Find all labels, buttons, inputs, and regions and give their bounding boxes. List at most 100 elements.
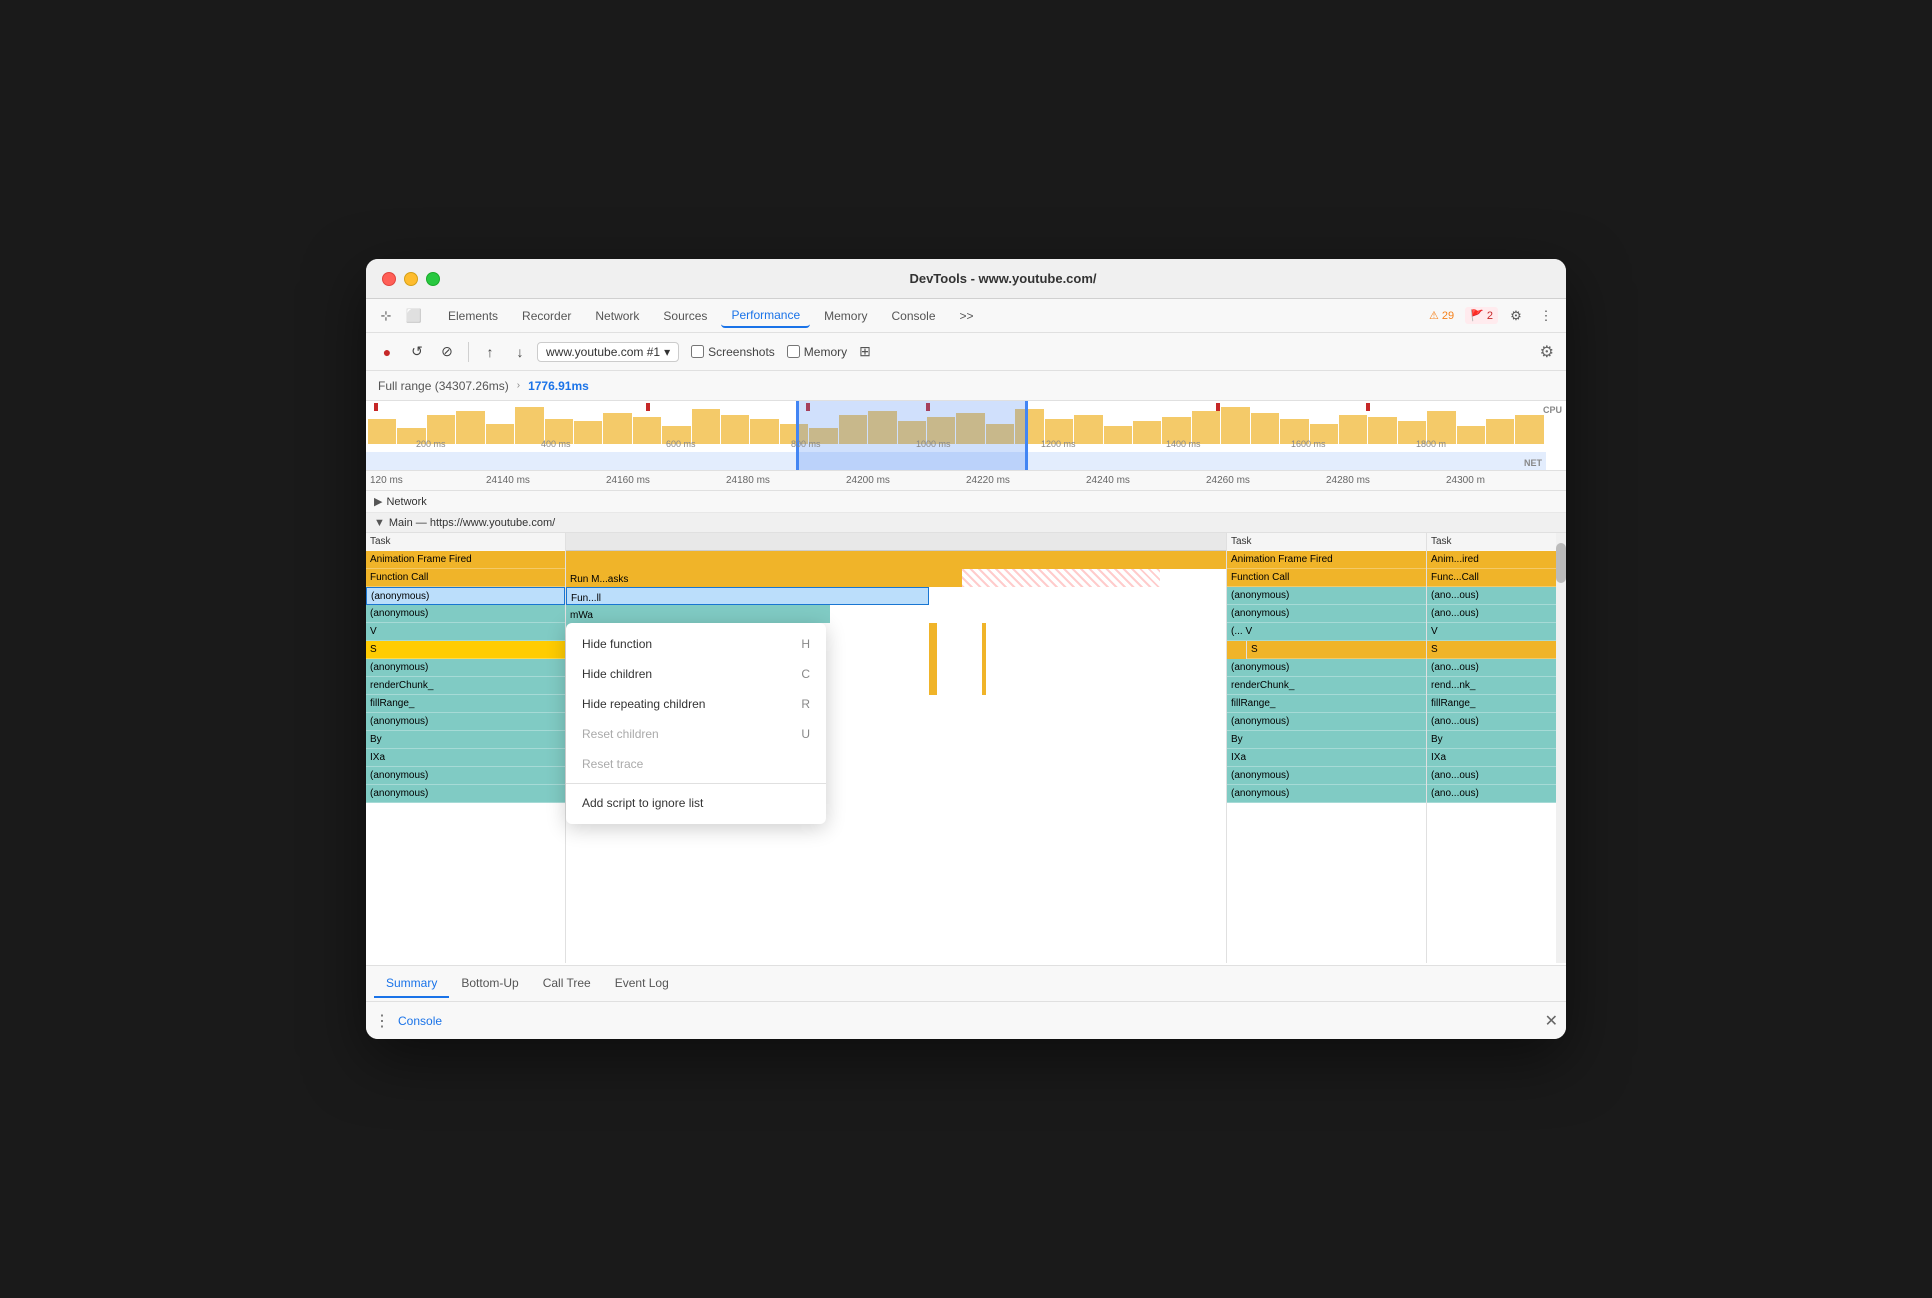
url-selector[interactable]: www.youtube.com #1 ▾ [537,342,679,362]
flame-row-task-left[interactable]: Task [366,533,565,551]
timeline-overview[interactable]: NET CPU 200 ms 400 ms 600 ms 800 ms 1000… [366,401,1566,471]
menu-hide-function[interactable]: Hide function H [566,629,826,659]
memory-checkbox[interactable] [787,345,800,358]
tab-more[interactable]: >> [950,305,984,327]
r1-func[interactable]: Function Call [1227,569,1426,587]
flame-row-anon-2[interactable]: (anonymous) [366,605,565,623]
r2-anon6[interactable]: (ano...ous) [1427,785,1566,803]
menu-add-ignore[interactable]: Add script to ignore list [566,788,826,818]
r2-anon2[interactable]: (ano...ous) [1427,605,1566,623]
ms-800: 800 ms [791,439,821,449]
r2-anon3[interactable]: (ano...ous) [1427,659,1566,677]
r2-anon1[interactable]: (ano...ous) [1427,587,1566,605]
menu-hide-children[interactable]: Hide children C [566,659,826,689]
console-label[interactable]: Console [398,1014,442,1028]
error-badge[interactable]: 🚩 2 [1465,307,1498,324]
r2-func[interactable]: Func...Call [1427,569,1566,587]
tab-sources[interactable]: Sources [653,305,717,327]
tab-memory[interactable]: Memory [814,305,877,327]
tab-recorder[interactable]: Recorder [512,305,581,327]
r2-fill[interactable]: fillRange_ [1427,695,1566,713]
flame-row-s[interactable]: S [366,641,565,659]
r1-fill[interactable]: fillRange_ [1227,695,1426,713]
flame-row-anon-5[interactable]: (anonymous) [366,767,565,785]
r2-v[interactable]: V [1427,623,1566,641]
r1-render[interactable]: renderChunk_ [1227,677,1426,695]
flame-row-by[interactable]: By [366,731,565,749]
r1-anon4[interactable]: (anonymous) [1227,713,1426,731]
close-button[interactable] [382,272,396,286]
maximize-button[interactable] [426,272,440,286]
r1-anon5[interactable]: (anonymous) [1227,767,1426,785]
r1-anon6[interactable]: (anonymous) [1227,785,1426,803]
r2-anon5[interactable]: (ano...ous) [1427,767,1566,785]
tab-console[interactable]: Console [881,305,945,327]
warning-badge[interactable]: ⚠ 29 [1424,307,1459,324]
r1-anon3[interactable]: (anonymous) [1227,659,1426,677]
r2-anon4[interactable]: (ano...ous) [1427,713,1566,731]
record-button[interactable]: ● [374,339,400,365]
tab-event-log[interactable]: Event Log [603,970,681,998]
performance-settings-icon[interactable]: ⚙ [1536,338,1558,366]
reload-button[interactable]: ↺ [404,339,430,365]
flame-row-animation-left[interactable]: Animation Frame Fired [366,551,565,569]
screenshots-checkbox[interactable] [691,345,704,358]
memory-checkbox-label[interactable]: Memory [787,345,847,359]
tab-call-tree[interactable]: Call Tree [531,970,603,998]
console-dots-icon[interactable]: ⋮ [374,1011,390,1031]
flame-row-anon-3[interactable]: (anonymous) [366,659,565,677]
r1-ixa[interactable]: IXa [1227,749,1426,767]
separator [468,342,469,362]
clear-button[interactable]: ⊘ [434,339,460,365]
ms-tick-8: 24280 ms [1326,475,1370,486]
flame-row-fill[interactable]: fillRange_ [366,695,565,713]
flame-row-v[interactable]: V [366,623,565,641]
devtools-more-icon[interactable]: ⋮ [1534,304,1558,328]
r2-render[interactable]: rend...nk_ [1427,677,1566,695]
r2-task[interactable]: Task [1427,533,1566,551]
tab-elements[interactable]: Elements [438,305,508,327]
r1-task[interactable]: Task [1227,533,1426,551]
center-anim-span [566,551,1226,569]
r2-ixa[interactable]: IXa [1427,749,1566,767]
r1-by[interactable]: By [1227,731,1426,749]
center-anon-selected[interactable]: Fun...ll [566,587,929,605]
error-icon: 🚩 [1470,309,1484,322]
r1-s[interactable]: S [1247,641,1426,659]
flame-row-render[interactable]: renderChunk_ [366,677,565,695]
hide-function-shortcut: H [801,637,810,651]
r1-anon2[interactable]: (anonymous) [1227,605,1426,623]
tab-summary[interactable]: Summary [374,970,449,998]
tab-performance[interactable]: Performance [721,304,810,328]
r1-anim[interactable]: Animation Frame Fired [1227,551,1426,569]
menu-hide-repeating[interactable]: Hide repeating children R [566,689,826,719]
close-console-icon[interactable]: ✕ [1545,1011,1558,1031]
flame-row-function-left[interactable]: Function Call [366,569,565,587]
traffic-lights [382,272,440,286]
memory-extra-icon[interactable]: ⊞ [859,343,871,360]
ms-tick-7: 24260 ms [1206,475,1250,486]
device-icon[interactable]: ⬜ [402,304,426,328]
tab-network[interactable]: Network [585,305,649,327]
cursor-icon[interactable]: ⊹ [374,304,398,328]
minimize-button[interactable] [404,272,418,286]
r2-by[interactable]: By [1427,731,1566,749]
tab-bottom-up[interactable]: Bottom-Up [449,970,530,998]
devtools-settings-icon[interactable]: ⚙ [1504,304,1528,328]
flame-row-anon-4[interactable]: (anonymous) [366,713,565,731]
r2-s[interactable]: S [1427,641,1566,659]
r1-anon1[interactable]: (anonymous) [1227,587,1426,605]
center-mwa[interactable]: mWa [566,605,830,623]
flame-chart-right2: Task Anim...ired Func...Call (ano...ous)… [1426,533,1566,963]
flame-row-anon-selected[interactable]: (anonymous) [366,587,565,605]
flame-row-ixa[interactable]: IXa [366,749,565,767]
r2-anim[interactable]: Anim...ired [1427,551,1566,569]
screenshots-checkbox-label[interactable]: Screenshots [691,345,775,359]
download-button[interactable]: ↓ [507,339,533,365]
flame-row-anon-6[interactable]: (anonymous) [366,785,565,803]
upload-button[interactable]: ↑ [477,339,503,365]
scrollbar-thumb[interactable] [1556,543,1566,583]
network-row[interactable]: ▶ Network [366,491,1566,513]
r1-v[interactable]: (... V [1227,623,1426,641]
vertical-scrollbar[interactable] [1556,533,1566,963]
